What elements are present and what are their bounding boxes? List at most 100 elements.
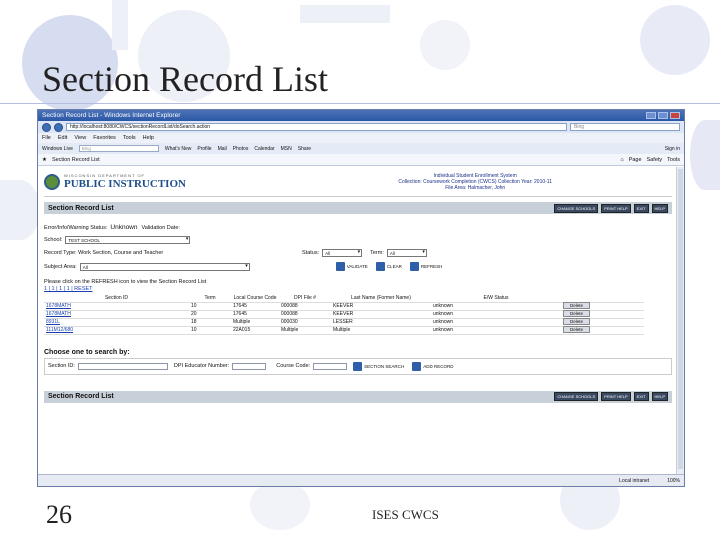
section-id-link[interactable]: 111M12/680 — [44, 326, 189, 335]
search-input[interactable]: Bing — [570, 123, 680, 131]
minimize-button[interactable] — [646, 112, 656, 119]
section-id-link[interactable]: 8931L — [44, 318, 189, 327]
zoom-level[interactable]: 100% — [667, 478, 680, 484]
clear-button[interactable]: CLEAR — [375, 262, 402, 271]
decor-block — [300, 5, 390, 23]
link-item[interactable]: Share — [298, 146, 311, 152]
forward-button[interactable] — [54, 122, 63, 132]
section-search-button[interactable]: SECTION SEARCH — [353, 361, 404, 371]
status-cell: unknown — [431, 318, 561, 327]
section-id-link[interactable]: 1678MATH — [44, 302, 189, 311]
name-cell: Multiple — [331, 326, 431, 335]
delete-button[interactable]: Delete — [563, 310, 591, 317]
info-line: File Area: Halmacher, John — [445, 184, 506, 191]
section-id-label: Section ID: — [48, 363, 75, 369]
term-cell: 10 — [189, 302, 231, 311]
link-item[interactable]: Calendar — [254, 146, 274, 152]
scrollbar-thumb[interactable] — [678, 169, 683, 469]
tools-menu[interactable]: Tools — [667, 157, 680, 163]
educator-number-input[interactable] — [232, 362, 267, 370]
home-icon[interactable]: ⌂ — [620, 157, 623, 163]
pager[interactable]: 1 | 1 | 1 | 1 | RESET — [44, 286, 93, 292]
code-cell: 22A015 — [231, 326, 279, 335]
menu-file[interactable]: File — [42, 135, 51, 141]
refresh-icon — [409, 262, 419, 271]
change-schools-button[interactable]: CHANGE SCHOOLS — [554, 392, 599, 401]
table-header-row: Section ID Term Local Course Code DPI Fi… — [44, 294, 644, 303]
status-bar: Local intranet 100% — [38, 474, 684, 486]
delete-button[interactable]: Delete — [563, 302, 591, 309]
collection-info: Individual Student Enrollment System Col… — [398, 173, 552, 191]
address-bar: http://localhost:8080/CWCS/sectionRecord… — [38, 121, 684, 133]
add-record-button[interactable]: ADD RECORD — [412, 361, 454, 371]
window-title: Section Record List - Windows Internet E… — [42, 112, 181, 119]
menu-favorites[interactable]: Favorites — [93, 135, 116, 141]
error-status-value: Unknown — [110, 224, 138, 231]
url-input[interactable]: http://localhost:8080/CWCS/sectionRecord… — [66, 123, 567, 131]
validate-icon — [335, 262, 345, 271]
favorites-bar: ★ Section Record List ⌂ Page Safety Tool… — [38, 154, 684, 166]
help-button[interactable]: HELP — [651, 203, 668, 213]
link-item[interactable]: What's New — [165, 146, 192, 152]
term-cell: 10 — [189, 326, 231, 335]
favorites-tab[interactable]: Section Record List — [52, 157, 100, 163]
dpi-logo: WISCONSIN DEPARTMENT OF PUBLIC INSTRUCTI… — [44, 173, 186, 190]
subject-area-select[interactable]: All — [79, 262, 250, 271]
decor-circle — [250, 480, 310, 530]
section-title: Section Record List — [48, 204, 114, 212]
refresh-button[interactable]: REFRESH — [409, 262, 442, 271]
page-menu[interactable]: Page — [629, 157, 642, 163]
school-select[interactable]: TEST SCHOOL — [65, 236, 191, 244]
link-item[interactable]: MSN — [281, 146, 292, 152]
term-select[interactable]: All — [386, 249, 427, 257]
menu-view[interactable]: View — [74, 135, 86, 141]
course-code-label: Course Code: — [276, 363, 311, 369]
exit-button[interactable]: EXIT — [633, 392, 649, 401]
print-help-button[interactable]: PRINT HELP — [601, 392, 631, 401]
exit-button[interactable]: EXIT — [633, 203, 649, 213]
file-cell: 000088 — [279, 310, 331, 319]
window-titlebar: Section Record List - Windows Internet E… — [38, 110, 684, 121]
status-label: Status: — [302, 250, 320, 256]
vertical-scrollbar[interactable] — [676, 167, 684, 475]
link-item[interactable]: Profile — [197, 146, 211, 152]
code-cell: 17645 — [231, 310, 279, 319]
section-id-link[interactable]: 1678MATH — [44, 310, 189, 319]
maximize-button[interactable] — [658, 112, 668, 119]
col-header: Local Course Code — [231, 294, 279, 303]
menu-help[interactable]: Help — [143, 135, 154, 141]
refresh-hint: Please click on the REFRESH icon to view… — [44, 279, 207, 285]
windows-live-search[interactable]: Bing — [78, 145, 159, 152]
file-cell: 000030 — [279, 318, 331, 327]
link-item[interactable]: Mail — [218, 146, 227, 152]
help-button[interactable]: HELP — [651, 392, 668, 401]
course-code-input[interactable] — [313, 362, 348, 370]
section-id-input[interactable] — [77, 362, 168, 370]
school-label: School: — [44, 237, 63, 243]
menu-bar: File Edit View Favorites Tools Help — [38, 133, 684, 143]
delete-button[interactable]: Delete — [563, 326, 591, 333]
delete-button[interactable]: Delete — [563, 318, 591, 325]
menu-tools[interactable]: Tools — [123, 135, 136, 141]
safety-menu[interactable]: Safety — [647, 157, 663, 163]
link-item[interactable]: Photos — [233, 146, 249, 152]
decor-block — [112, 0, 128, 50]
validate-button[interactable]: VALIDATE — [335, 262, 368, 271]
menu-edit[interactable]: Edit — [58, 135, 67, 141]
change-schools-button[interactable]: CHANGE SCHOOLS — [554, 203, 599, 213]
status-select[interactable]: All — [322, 249, 363, 257]
print-help-button[interactable]: PRINT HELP — [601, 203, 631, 213]
back-button[interactable] — [42, 122, 51, 132]
favorites-star-icon[interactable]: ★ — [42, 157, 47, 163]
window-controls — [646, 112, 680, 119]
add-record-label: ADD RECORD — [423, 363, 454, 369]
sign-in-link[interactable]: Sign in — [665, 146, 680, 152]
section-results-table: Section ID Term Local Course Code DPI Fi… — [44, 294, 644, 335]
org-name: PUBLIC INSTRUCTION — [64, 178, 186, 190]
table-row: 1678MATH 10 17645 000088 KEEVER unknown … — [44, 302, 644, 311]
file-cell: Multiple — [279, 326, 331, 335]
dpi-banner: WISCONSIN DEPARTMENT OF PUBLIC INSTRUCTI… — [44, 167, 672, 197]
close-button[interactable] — [670, 112, 680, 119]
decor-circle — [640, 5, 710, 75]
name-cell: KEEVER — [331, 310, 431, 319]
